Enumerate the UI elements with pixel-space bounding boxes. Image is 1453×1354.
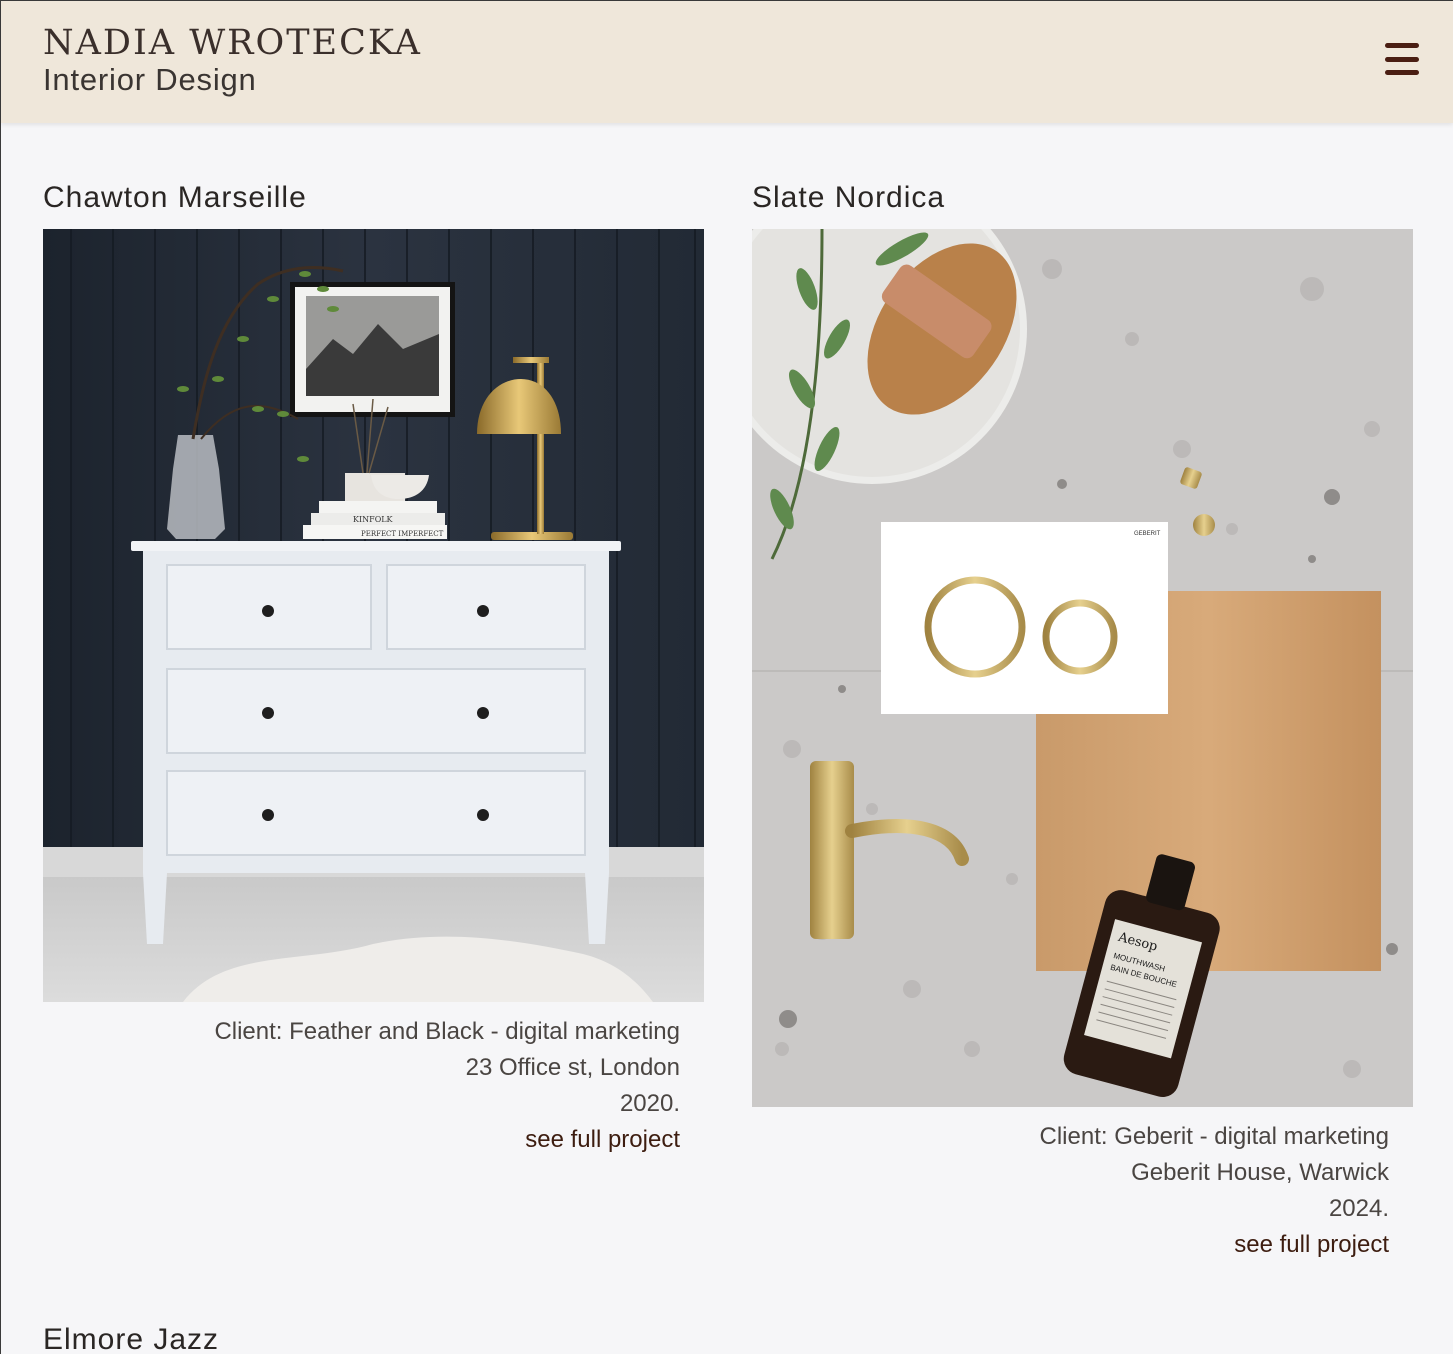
brand-label-geberit: GEBERIT [1134,531,1161,537]
see-full-project-link[interactable]: see full project [1234,1231,1389,1259]
project-image-chawton-marseille[interactable]: KINFOLK PERFECT IMPERFECT [43,229,704,1002]
project-address: Geberit House, Warwick [1131,1159,1389,1186]
project-client: Client: Geberit - digital marketing [1039,1123,1389,1150]
project-image-slate-nordica[interactable]: GEBERIT Aesop MOUTHWASH BAIN DE BOUCHE [752,229,1413,1107]
brand-name[interactable]: NADIA WROTECKA [43,23,422,63]
project-client: Client: Feather and Black - digital mark… [214,1018,680,1045]
brand-subtitle[interactable]: Interior Design [43,62,257,98]
hamburger-menu-icon[interactable] [1385,43,1419,75]
project-address: 23 Office st, London [465,1054,680,1081]
flatlay-photo: GEBERIT Aesop MOUTHWASH BAIN DE BOUCHE [752,229,1413,1107]
site-header: NADIA WROTECKA Interior Design [1,1,1453,123]
menu-bar [1385,70,1419,75]
book-title-kinfolk: KINFOLK [353,515,394,524]
dresser-photo: KINFOLK PERFECT IMPERFECT [43,229,704,1002]
menu-bar [1385,56,1419,62]
project-title-elmore-jazz: Elmore Jazz [43,1323,220,1354]
project-title-chawton-marseille: Chawton Marseille [43,181,307,214]
menu-bar [1385,43,1419,48]
project-title-slate-nordica: Slate Nordica [752,181,946,214]
see-full-project-link[interactable]: see full project [525,1126,680,1154]
project-year: 2024. [1328,1195,1389,1222]
book-title-perfect-imperfect: PERFECT IMPERFECT [361,530,444,538]
project-year: 2020. [619,1090,680,1117]
